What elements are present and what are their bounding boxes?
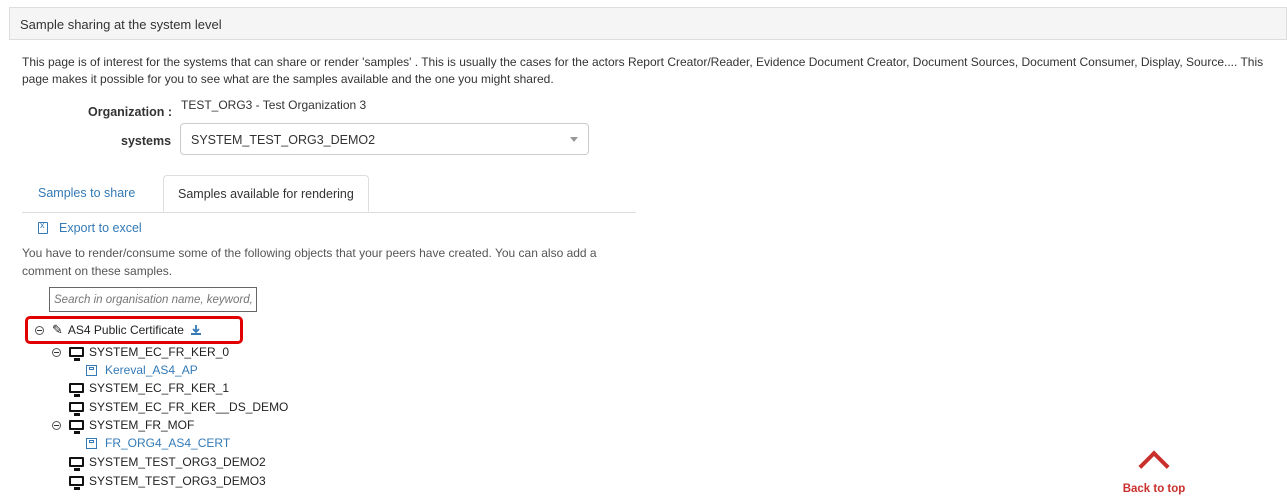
tree-node[interactable]: SYSTEM_TEST_ORG3_DEMO3 — [69, 474, 266, 490]
systems-select-value: SYSTEM_TEST_ORG3_DEMO2 — [191, 133, 376, 147]
tree-root[interactable]: ✎ AS4 Public Certificate — [35, 322, 202, 338]
tree-node[interactable]: SYSTEM_EC_FR_KER_0 — [52, 345, 230, 361]
intro-text: This page is of interest for the systems… — [22, 54, 1284, 88]
excel-icon — [38, 220, 48, 234]
collapse-icon[interactable] — [52, 347, 61, 357]
collapse-icon[interactable] — [35, 325, 44, 335]
tab-samples-available-for-rendering[interactable]: Samples available for rendering — [163, 175, 369, 212]
systems-label: systems — [121, 134, 172, 148]
systems-select[interactable]: SYSTEM_TEST_ORG3_DEMO2 — [180, 123, 589, 155]
organization-label: Organization : — [88, 105, 173, 119]
panel-header: Sample sharing at the system level — [9, 7, 1287, 40]
save-icon — [86, 437, 97, 449]
tree-root-label: AS4 Public Certificate — [67, 323, 184, 337]
tree-node[interactable]: SYSTEM_FR_MOF — [52, 418, 195, 434]
tree-node[interactable]: SYSTEM_EC_FR_KER_1 — [69, 381, 230, 397]
save-icon — [86, 364, 97, 376]
tree-leaf[interactable]: Kereval_AS4_AP — [86, 363, 198, 377]
tree-leaf-label: Kereval_AS4_AP — [105, 363, 198, 377]
tree-leaf[interactable]: FR_ORG4_AS4_CERT — [86, 436, 230, 450]
tree-node[interactable]: SYSTEM_EC_FR_KER__DS_DEMO — [69, 400, 289, 416]
chevron-down-icon — [570, 137, 578, 142]
monitor-icon — [69, 402, 84, 416]
monitor-icon — [69, 383, 84, 397]
description-text: You have to render/consume some of the f… — [22, 246, 597, 278]
export-to-excel-link[interactable]: Export to excel — [38, 220, 142, 235]
tabs: Samples to share Samples available for r… — [22, 175, 636, 213]
panel-title: Sample sharing at the system level — [20, 17, 222, 32]
tree-node-label: SYSTEM_FR_MOF — [89, 418, 195, 432]
tree-node-label: SYSTEM_EC_FR_KER_0 — [89, 345, 230, 359]
chevron-up-icon — [1138, 450, 1170, 482]
monitor-icon — [69, 476, 84, 490]
export-label: Export to excel — [59, 221, 142, 235]
back-to-top-button[interactable]: Back to top — [1118, 448, 1190, 495]
monitor-icon — [69, 457, 84, 471]
intro-line-2: page makes it possible for you to see wh… — [22, 72, 554, 86]
pen-icon: ✎ — [52, 322, 63, 337]
tree-node-label: SYSTEM_TEST_ORG3_DEMO2 — [89, 455, 266, 469]
tree-leaf-label: FR_ORG4_AS4_CERT — [105, 436, 231, 450]
tree-node-label: SYSTEM_TEST_ORG3_DEMO3 — [89, 474, 266, 488]
tab-samples-to-share[interactable]: Samples to share — [28, 175, 145, 212]
back-to-top-label: Back to top — [1122, 483, 1186, 495]
monitor-icon — [69, 347, 84, 361]
download-icon[interactable] — [190, 324, 202, 336]
monitor-icon — [69, 420, 84, 434]
search-input[interactable] — [49, 287, 257, 312]
tree-node-label: SYSTEM_EC_FR_KER__DS_DEMO — [89, 400, 289, 414]
collapse-icon[interactable] — [52, 420, 61, 430]
tree-node-label: SYSTEM_EC_FR_KER_1 — [89, 381, 230, 395]
intro-line-1: This page is of interest for the systems… — [22, 55, 1264, 69]
tree-node[interactable]: SYSTEM_TEST_ORG3_DEMO2 — [69, 455, 266, 471]
organization-value: TEST_ORG3 - Test Organization 3 — [181, 98, 367, 112]
